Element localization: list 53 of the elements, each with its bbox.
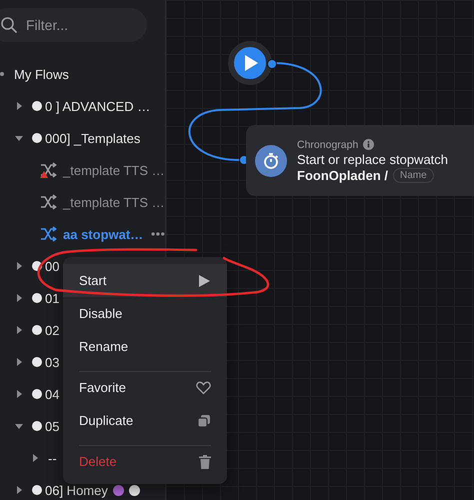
- card-category: Chronograph: [297, 138, 358, 150]
- folder-label[interactable]: 0 ] ADVANCED …: [45, 98, 150, 114]
- folder-dot-icon: [32, 133, 42, 143]
- folder-dot-icon: [32, 389, 42, 399]
- caret-icon[interactable]: [14, 389, 24, 399]
- more-icon[interactable]: [151, 231, 165, 237]
- play-button[interactable]: [228, 41, 272, 85]
- folder-label[interactable]: 000] _Templates: [45, 130, 140, 146]
- card-argument: FoonOpladen /: [297, 168, 388, 182]
- copy-icon: [197, 414, 211, 428]
- folder-label[interactable]: 05: [45, 418, 60, 434]
- menu-item[interactable]: Rename: [63, 330, 227, 363]
- caret-icon[interactable]: [14, 261, 24, 271]
- flow-label[interactable]: aa stopwat…: [63, 226, 144, 242]
- filter-field[interactable]: Filter...: [0, 8, 147, 42]
- trash-icon: [199, 454, 211, 468]
- card-title: Start or replace stopwatch: [297, 152, 448, 166]
- caret-icon[interactable]: [14, 485, 24, 495]
- play-icon: [197, 274, 211, 288]
- menu-item[interactable]: Disable: [63, 297, 227, 330]
- folder-label[interactable]: 00: [45, 258, 60, 274]
- folder-label[interactable]: 01: [45, 290, 60, 306]
- folder-dot-icon: [32, 485, 42, 495]
- info-icon[interactable]: [363, 139, 374, 150]
- caret-icon[interactable]: [14, 133, 24, 143]
- folder-label[interactable]: 04: [45, 386, 60, 402]
- search-icon: [0, 16, 18, 34]
- port-icon[interactable]: [267, 59, 277, 69]
- folder-dot-icon: [32, 421, 42, 431]
- name-chip[interactable]: Name: [393, 168, 434, 182]
- folder-dot-icon: [32, 325, 42, 335]
- ball-icon: [128, 484, 140, 496]
- caret-icon[interactable]: [14, 293, 24, 303]
- caret-icon[interactable]: [14, 357, 24, 367]
- folder-label[interactable]: --: [48, 450, 57, 466]
- folder-label[interactable]: 02: [45, 322, 60, 338]
- menu-item[interactable]: Duplicate: [63, 404, 227, 437]
- heart-icon: [196, 380, 211, 394]
- flow-card[interactable]: Chronograph Start or replace stopwatch FoonOpladen / Name: [246, 125, 474, 196]
- menu-item[interactable]: Start: [63, 264, 227, 297]
- caret-icon[interactable]: [14, 421, 24, 431]
- tree-root-label[interactable]: My Flows: [14, 66, 69, 82]
- caret-icon[interactable]: [14, 325, 24, 335]
- bullet-icon: [0, 72, 4, 76]
- ball-icon: [112, 484, 124, 496]
- folder-label[interactable]: 03: [45, 354, 60, 370]
- folder-dot-icon: [32, 293, 42, 303]
- caret-icon[interactable]: [30, 453, 40, 463]
- folder-dot-icon: [32, 101, 42, 111]
- folder-label[interactable]: 06] Homey: [45, 482, 108, 498]
- stopwatch-icon: [255, 144, 287, 176]
- folder-dot-icon: [32, 357, 42, 367]
- caret-icon[interactable]: [14, 101, 24, 111]
